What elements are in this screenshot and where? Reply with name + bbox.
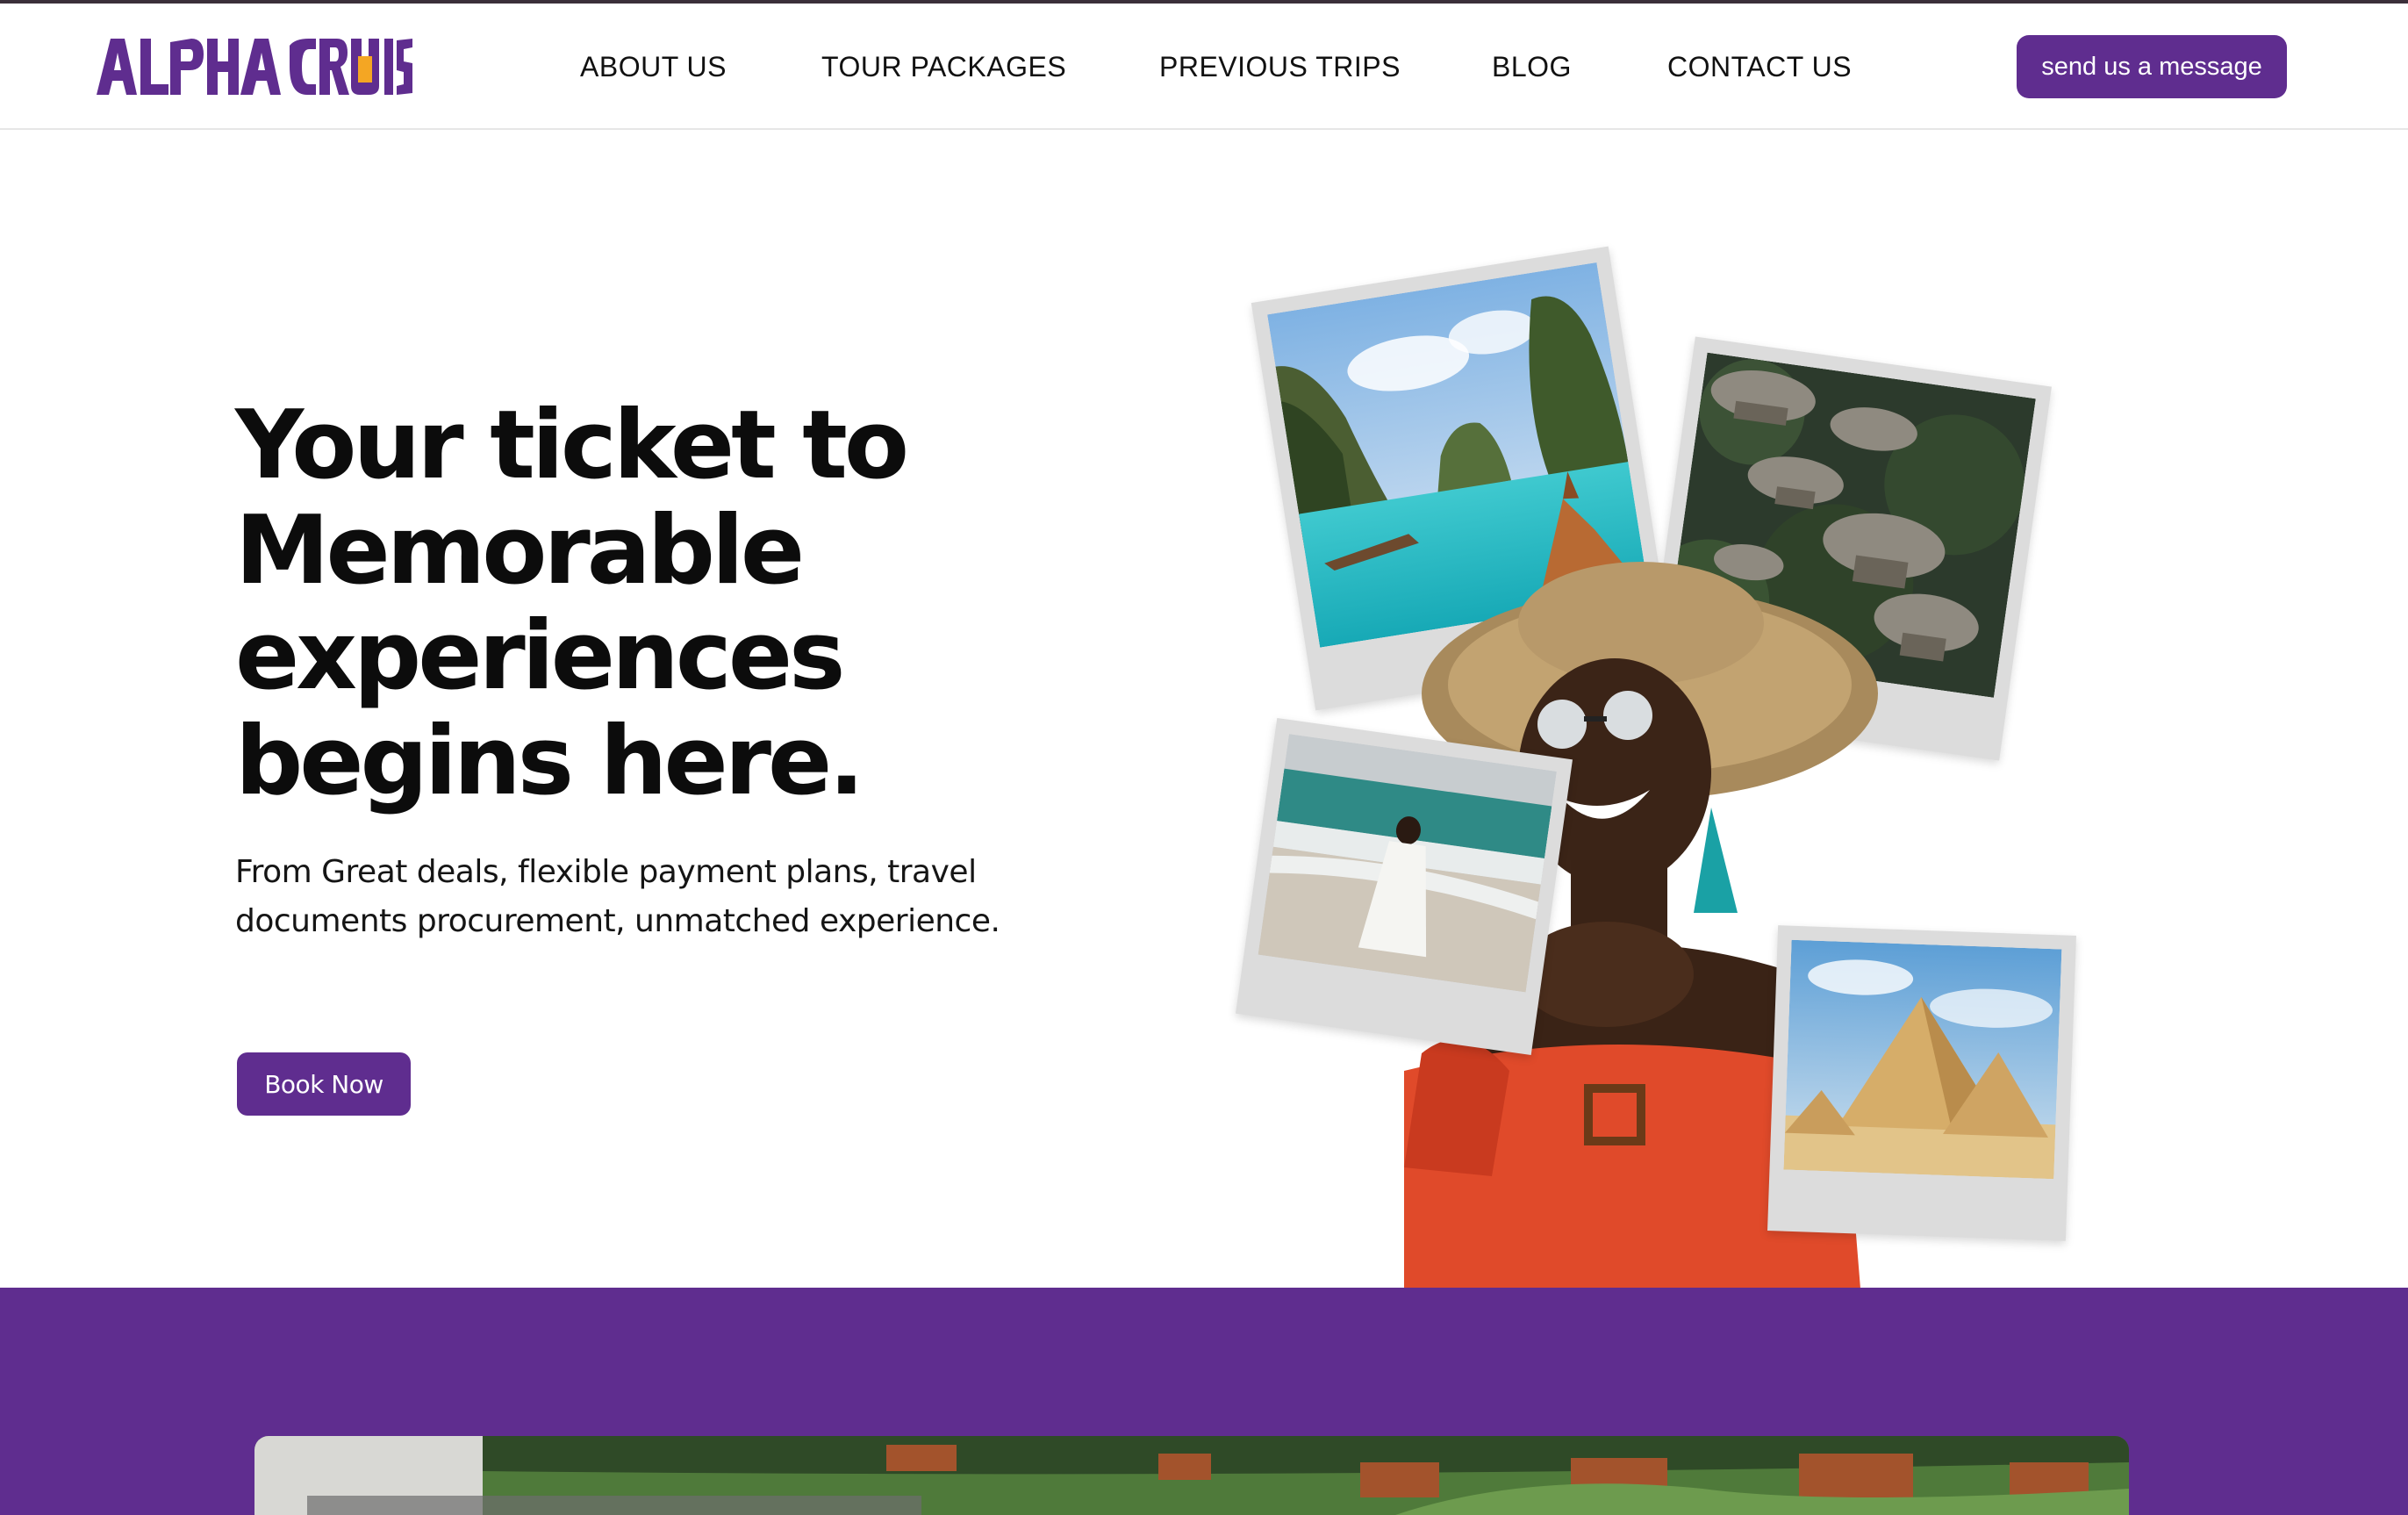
polaroid-pyramids-photo bbox=[1767, 925, 2076, 1241]
send-message-button[interactable]: send us a message bbox=[2017, 35, 2287, 98]
hero-title: Your ticket to Memorable experiences beg… bbox=[235, 391, 909, 816]
featured-resort-image bbox=[254, 1436, 2129, 1515]
nav-previous-trips[interactable]: PREVIOUS TRIPS bbox=[1159, 51, 1401, 83]
travel-photo-collage bbox=[1211, 228, 2124, 1289]
site-header: ABOUT US TOUR PACKAGES PREVIOUS TRIPS BL… bbox=[0, 4, 2408, 130]
book-now-button[interactable]: Book Now bbox=[237, 1052, 411, 1116]
polaroid-beach-photo bbox=[1235, 717, 1573, 1056]
nav-contact-us[interactable]: CONTACT US bbox=[1667, 51, 1852, 83]
hero-subtitle: From Great deals, flexible payment plans… bbox=[235, 854, 1000, 939]
nav-about-us[interactable]: ABOUT US bbox=[580, 51, 727, 83]
nav-tour-packages[interactable]: TOUR PACKAGES bbox=[821, 51, 1066, 83]
pyramids-image bbox=[1783, 939, 2062, 1180]
nav-blog[interactable]: BLOG bbox=[1492, 51, 1572, 83]
beach-image bbox=[1258, 734, 1557, 993]
